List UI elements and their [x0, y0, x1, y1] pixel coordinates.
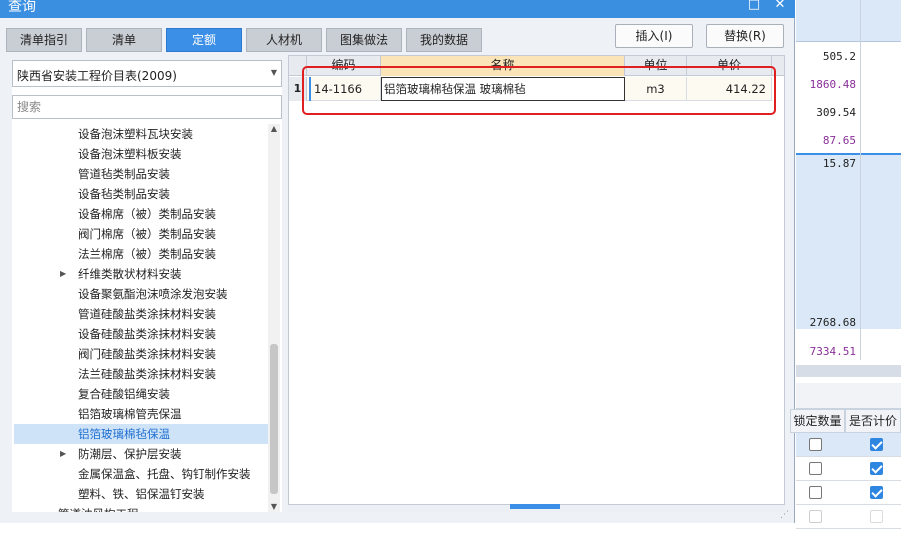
tree-item[interactable]: 管道油风构工程	[14, 504, 268, 512]
tree-item[interactable]: 管道硅酸盐类涂抹材料安装	[14, 304, 268, 324]
quota-grid: 编码 名称 单位 单价 1 14-1166 铝箔玻璃棉毡保温 玻璃棉毡 m3 4…	[288, 55, 785, 512]
tree-item-label: 纤维类散状材料安装	[78, 267, 182, 281]
search-input[interactable]	[12, 95, 282, 119]
replace-button[interactable]: 替换(R)	[706, 24, 784, 48]
is-priced-checkbox[interactable]	[870, 510, 883, 523]
title-bar: 查询 □ ✕	[0, 0, 795, 18]
tree-item-label: 阀门棉席（被）类制品安装	[78, 227, 216, 241]
tree-item-label: 管道油风构工程	[58, 504, 139, 512]
quota-tree: 设备泡沫塑料瓦块安装 设备泡沫塑料板安装 管道毡类制品安装 设备毡类制品安装设备棉席（…	[14, 124, 268, 512]
background-value: 1860.48	[809, 78, 856, 91]
scroll-thumb[interactable]	[270, 344, 278, 494]
tree-item-label: 塑料、铁、铝保温钉安装	[78, 487, 205, 501]
chevron-down-icon: ▼	[270, 68, 277, 77]
background-value: 2768.68	[809, 316, 856, 329]
scroll-down-icon[interactable]: ▼	[269, 502, 279, 512]
tree-item[interactable]: 管道毡类制品安装	[14, 164, 268, 184]
tree-item[interactable]: 复合硅酸铝绳安装	[14, 384, 268, 404]
background-value: 505.2	[822, 50, 856, 63]
scroll-up-icon[interactable]: ▲	[269, 124, 279, 134]
tree-item-label: 设备棉席（被）类制品安装	[78, 207, 216, 221]
background-subtoolbar	[796, 383, 901, 409]
tree-item[interactable]: 设备硅酸盐类涂抹材料安装	[14, 324, 268, 344]
background-value: 7334.51	[809, 345, 856, 358]
highlight-box	[302, 66, 776, 115]
tab-my-data[interactable]: 我的数据	[406, 28, 482, 52]
tab-list-guide[interactable]: 清单指引	[6, 28, 82, 52]
fixed-qty-checkbox[interactable]	[809, 510, 822, 523]
background-value: 15.87	[822, 157, 856, 170]
tree-item-label: 复合硅酸铝绳安装	[78, 387, 170, 401]
is-priced-checkbox[interactable]	[870, 486, 883, 499]
library-select[interactable]: 陕西省安装工程价目表(2009) ▼	[12, 60, 282, 87]
tree-item[interactable]: 设备泡沫塑料瓦块安装	[14, 124, 268, 144]
tree-item-label: 设备泡沫塑料板安装	[78, 147, 182, 161]
expand-arrow-icon[interactable]: ▶	[60, 264, 66, 284]
background-col-divider	[860, 0, 861, 360]
tree-item[interactable]: ▶ 防潮层、保护层安装	[14, 444, 268, 464]
tree-item[interactable]: 设备毡类制品安装	[14, 184, 268, 204]
fixed-qty-checkbox[interactable]	[809, 462, 822, 475]
tree-item-label: 防潮层、保护层安装	[78, 447, 182, 461]
is-priced-checkbox[interactable]	[870, 462, 883, 475]
background-header	[796, 0, 901, 42]
close-icon[interactable]: ✕	[772, 0, 788, 13]
tree-item[interactable]: 法兰棉席（被）类制品安装	[14, 244, 268, 264]
tree-item[interactable]: 塑料、铁、铝保温钉安装	[14, 484, 268, 504]
tree-item[interactable]: 阀门硅酸盐类涂抹材料安装	[14, 344, 268, 364]
col-fixed-qty-header[interactable]: 锁定数量	[790, 409, 845, 433]
tree-item[interactable]: 法兰硅酸盐类涂抹材料安装	[14, 364, 268, 384]
tree-item[interactable]: 铝箔玻璃棉毡保温	[14, 424, 268, 444]
tree-item-label: 设备聚氨酯泡沫喷涂发泡安装	[78, 287, 228, 301]
tree-item[interactable]: ▶ 纤维类散状材料安装	[14, 264, 268, 284]
tree-item-label: 管道毡类制品安装	[78, 167, 170, 181]
tree-item-label: 铝箔玻璃棉管壳保温	[78, 407, 182, 421]
window-title: 查询	[8, 0, 36, 15]
tab-atlas-method[interactable]: 图集做法	[326, 28, 402, 52]
tree-item[interactable]: 设备聚氨酯泡沫喷涂发泡安装	[14, 284, 268, 304]
col-is-priced-header[interactable]: 是否计价	[845, 409, 901, 433]
tab-list[interactable]: 清单	[86, 28, 162, 52]
background-selected-area	[796, 153, 901, 329]
background-splitter[interactable]	[796, 365, 901, 377]
tree-item-label: 法兰棉席（被）类制品安装	[78, 247, 216, 261]
tree-scrollbar[interactable]: ▲ ▼	[268, 124, 280, 512]
maximize-icon[interactable]: □	[746, 0, 762, 13]
tree-item-label: 金属保温盒、托盘、钩钉制作安装	[78, 467, 251, 481]
tree-item-label: 铝箔玻璃棉毡保温	[78, 427, 170, 441]
tree-item[interactable]: 阀门棉席（被）类制品安装	[14, 224, 268, 244]
tree-item-label: 设备泡沫塑料瓦块安装	[78, 127, 193, 141]
fixed-qty-checkbox[interactable]	[809, 486, 822, 499]
tree-item-label: 管道硅酸盐类涂抹材料安装	[78, 307, 216, 321]
splitter-handle[interactable]	[510, 504, 560, 509]
expand-arrow-icon[interactable]: ▶	[60, 444, 66, 464]
fixed-qty-checkbox[interactable]	[809, 438, 822, 451]
library-select-value: 陕西省安装工程价目表(2009)	[17, 69, 177, 83]
is-priced-checkbox[interactable]	[870, 438, 883, 451]
background-value: 87.65	[822, 134, 856, 147]
tree-item[interactable]: 铝箔玻璃棉管壳保温	[14, 404, 268, 424]
tree-item-label: 阀门硅酸盐类涂抹材料安装	[78, 347, 216, 361]
insert-button[interactable]: 插入(I)	[615, 24, 693, 48]
tree-item-label: 设备毡类制品安装	[78, 187, 170, 201]
tree-item[interactable]: 金属保温盒、托盘、钩钉制作安装	[14, 464, 268, 484]
tree-item[interactable]: 设备棉席（被）类制品安装	[14, 204, 268, 224]
query-dialog: 查询 □ ✕ 清单指引 清单 定额 人材机 图集做法 我的数据 插入(I) 替换…	[0, 0, 795, 523]
tab-labor-material-machine[interactable]: 人材机	[246, 28, 322, 52]
background-value: 309.54	[816, 106, 856, 119]
tree-item-label: 设备硅酸盐类涂抹材料安装	[78, 327, 216, 341]
tree-item-label: 法兰硅酸盐类涂抹材料安装	[78, 367, 216, 381]
resize-grip-icon[interactable]: ⋰	[780, 510, 789, 520]
tab-quota[interactable]: 定额	[166, 28, 242, 52]
tree-item[interactable]: 设备泡沫塑料板安装	[14, 144, 268, 164]
